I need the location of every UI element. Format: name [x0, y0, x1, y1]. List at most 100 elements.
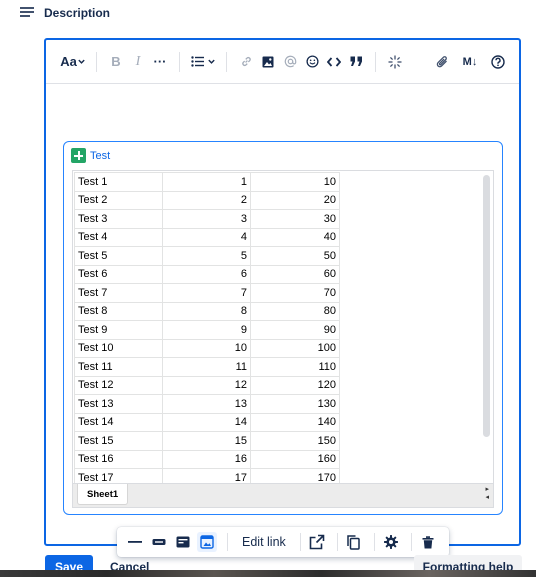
embed-title-link[interactable]: Test — [90, 150, 110, 162]
table-cell[interactable]: 70 — [250, 283, 340, 303]
bold-button[interactable]: B — [105, 50, 127, 74]
table-row: Test 5 5 50 — [74, 246, 340, 266]
table-cell[interactable]: 100 — [250, 338, 340, 358]
emoji-button[interactable] — [301, 50, 323, 74]
table-cell[interactable]: Test 1 — [74, 172, 163, 192]
link-button[interactable] — [235, 50, 257, 74]
table-cell[interactable]: Test 3 — [74, 209, 163, 229]
more-formatting-button[interactable]: ··· — [149, 50, 171, 74]
table-cell[interactable]: Test 12 — [74, 375, 163, 395]
text-style-dropdown[interactable]: Aa — [58, 50, 88, 74]
table-cell[interactable]: Test 16 — [74, 449, 163, 469]
table-cell[interactable]: 3 — [162, 209, 251, 229]
copy-button[interactable] — [344, 532, 364, 552]
paperclip-icon — [436, 56, 447, 68]
settings-button[interactable] — [381, 532, 401, 552]
table-cell[interactable]: Test 6 — [74, 264, 163, 284]
mention-button[interactable] — [279, 50, 301, 74]
table-cell[interactable]: 1 — [162, 172, 251, 192]
embed-title[interactable]: Test — [71, 148, 110, 163]
table-cell[interactable]: 7 — [162, 283, 251, 303]
vertical-scrollbar[interactable] — [483, 175, 490, 437]
table-row: Test 9 9 90 — [74, 320, 340, 340]
table-cell[interactable]: 90 — [250, 320, 340, 340]
list-dropdown[interactable] — [188, 50, 218, 74]
card-view-button[interactable] — [149, 532, 169, 552]
table-cell[interactable]: 30 — [250, 209, 340, 229]
table-row: Test 8 8 80 — [74, 301, 340, 321]
emoji-icon — [305, 55, 319, 68]
table-cell[interactable]: Test 4 — [74, 227, 163, 247]
table-cell[interactable]: 80 — [250, 301, 340, 321]
inline-icon — [128, 541, 142, 543]
tab-scroll-arrows[interactable]: ▸ ◂ — [485, 486, 489, 502]
quote-icon — [350, 56, 362, 66]
markdown-toggle[interactable]: M↓ — [459, 50, 481, 74]
table-cell[interactable]: 140 — [250, 412, 340, 432]
table-cell[interactable]: 40 — [250, 227, 340, 247]
table-cell[interactable]: 130 — [250, 394, 340, 414]
attach-button[interactable] — [431, 50, 453, 74]
block-view-button[interactable] — [173, 532, 193, 552]
table-cell[interactable]: 2 — [162, 190, 251, 210]
table-cell[interactable]: 10 — [162, 338, 251, 358]
table-cell[interactable]: 150 — [250, 431, 340, 451]
table-cell[interactable]: Test 13 — [74, 394, 163, 414]
table-cell[interactable]: Test 5 — [74, 246, 163, 266]
table-cell[interactable]: 15 — [162, 431, 251, 451]
editor-toolbar: Aa B I ··· M↓ — [46, 40, 519, 84]
sheet-tab[interactable]: Sheet1 — [77, 484, 129, 505]
toolbar-divider — [336, 533, 338, 551]
external-link-icon — [309, 534, 325, 550]
copy-icon — [347, 534, 361, 550]
table-cell[interactable]: 14 — [162, 412, 251, 432]
image-button[interactable] — [257, 50, 279, 74]
help-button[interactable] — [487, 50, 509, 74]
table-cell[interactable]: 5 — [162, 246, 251, 266]
table-cell[interactable]: 4 — [162, 227, 251, 247]
open-link-button[interactable] — [307, 532, 327, 552]
table-row: Test 12 12 120 — [74, 375, 340, 395]
spreadsheet-table: Test 1 1 10 Test 2 2 20 Test 3 3 30 Test 4 4 40 Test… — [74, 172, 340, 488]
table-cell[interactable]: 13 — [162, 394, 251, 414]
table-cell[interactable]: 50 — [250, 246, 340, 266]
description-icon — [20, 7, 34, 19]
code-button[interactable] — [323, 50, 345, 74]
table-cell[interactable]: 16 — [162, 449, 251, 469]
table-cell[interactable]: Test 9 — [74, 320, 163, 340]
table-cell[interactable]: 120 — [250, 375, 340, 395]
background-strip — [0, 570, 536, 577]
table-cell[interactable]: 11 — [162, 357, 251, 377]
table-cell[interactable]: Test 14 — [74, 412, 163, 432]
table-cell[interactable]: Test 7 — [74, 283, 163, 303]
table-cell[interactable]: 60 — [250, 264, 340, 284]
table-cell[interactable]: 160 — [250, 449, 340, 469]
spreadsheet-grid[interactable]: Test 1 1 10 Test 2 2 20 Test 3 3 30 Test 4 4 40 Test… — [72, 170, 494, 508]
table-cell[interactable]: Test 2 — [74, 190, 163, 210]
table-cell[interactable]: Test 11 — [74, 357, 163, 377]
block-card-icon — [176, 536, 190, 548]
embed-view-button[interactable] — [197, 532, 217, 552]
description-title: Description — [44, 6, 111, 20]
table-cell[interactable]: Test 10 — [74, 338, 163, 358]
embedded-sheet-card[interactable]: Test Test 1 1 10 Test 2 2 20 Test 3 3 30 Test 444… — [63, 141, 503, 515]
delete-button[interactable] — [418, 532, 438, 552]
edit-link-button[interactable]: Edit link — [234, 535, 294, 549]
rich-text-editor[interactable]: Aa B I ··· M↓ Test Test 1 1 10 Test 2 2 … — [44, 38, 521, 546]
quote-button[interactable] — [345, 50, 367, 74]
table-row: Test 10 10 100 — [74, 338, 340, 358]
inline-view-button[interactable] — [125, 532, 145, 552]
table-cell[interactable]: 110 — [250, 357, 340, 377]
table-cell[interactable]: 9 — [162, 320, 251, 340]
code-icon — [327, 56, 341, 67]
table-row: Test 16 16 160 — [74, 449, 340, 469]
table-cell[interactable]: 20 — [250, 190, 340, 210]
table-cell[interactable]: Test 8 — [74, 301, 163, 321]
table-cell[interactable]: Test 15 — [74, 431, 163, 451]
table-cell[interactable]: 8 — [162, 301, 251, 321]
table-cell[interactable]: 12 — [162, 375, 251, 395]
italic-button[interactable]: I — [127, 50, 149, 74]
table-cell[interactable]: 6 — [162, 264, 251, 284]
table-cell[interactable]: 10 — [250, 172, 340, 192]
insert-elements-button[interactable] — [384, 50, 406, 74]
